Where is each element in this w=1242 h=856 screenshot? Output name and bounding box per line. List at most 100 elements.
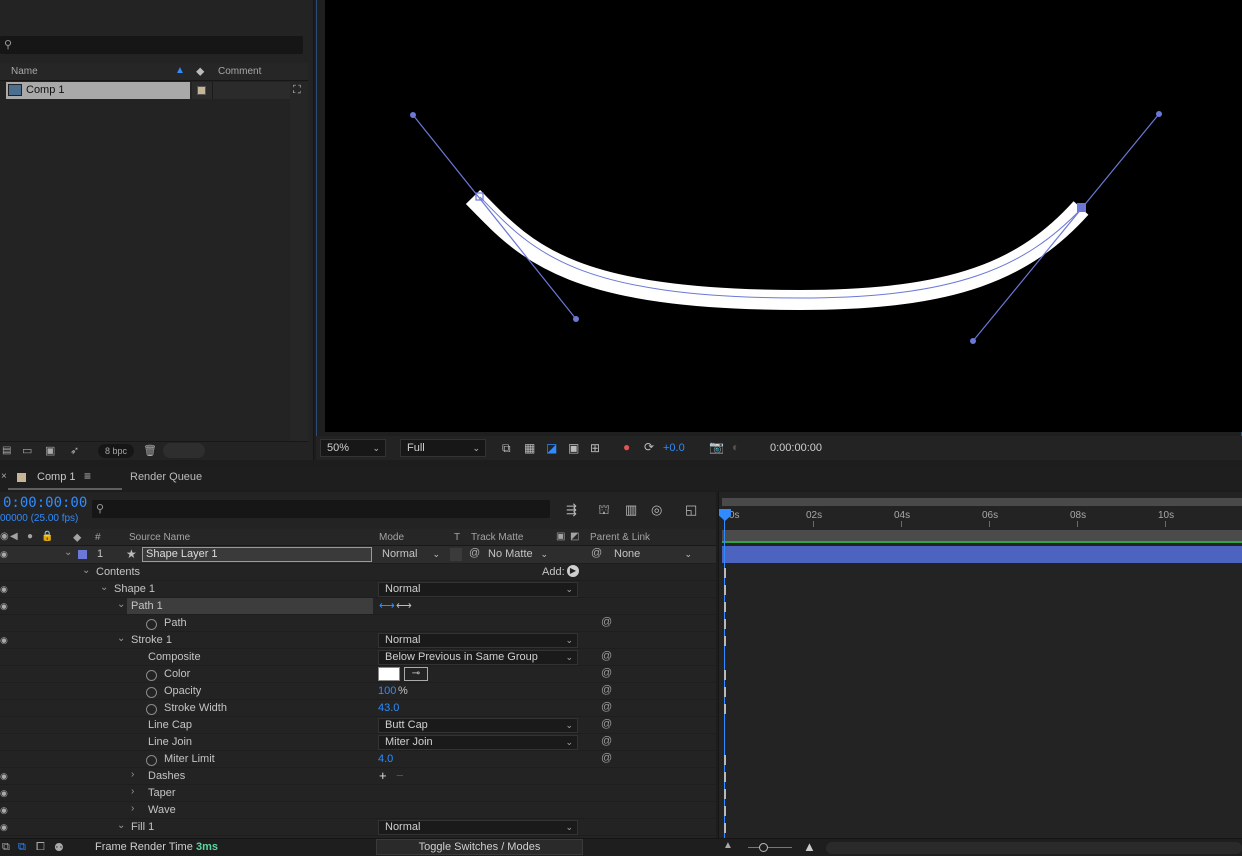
- resolution-dropdown[interactable]: Full ⌄: [400, 439, 486, 457]
- opacity-value[interactable]: 100: [378, 685, 396, 697]
- fill-group-row[interactable]: ◉ ⌄ Fill 1 Normal ⌄: [0, 819, 716, 836]
- chevron-down-icon[interactable]: ⌄: [117, 633, 125, 644]
- reverse-path-icon[interactable]: ⟷: [396, 599, 412, 612]
- label-tag-icon[interactable]: ⬥: [73, 530, 81, 545]
- motion-blur-icon[interactable]: ◎: [651, 502, 662, 518]
- reset-exposure-icon[interactable]: ⟳: [644, 440, 654, 454]
- thumbnail-size-slider[interactable]: [163, 443, 205, 458]
- eye-icon[interactable]: ◉: [0, 584, 9, 595]
- composition-mini-flowchart-icon[interactable]: ⇶: [566, 502, 577, 518]
- tab-comp-1[interactable]: × Comp 1 ≡: [0, 466, 124, 490]
- line-join-row[interactable]: Line Join Miter Join ⌄ @: [0, 734, 716, 751]
- expression-pickwhip-icon[interactable]: @: [601, 616, 612, 628]
- chevron-down-icon[interactable]: ⌄: [64, 547, 72, 558]
- eye-icon[interactable]: ◉: [0, 788, 9, 799]
- line-join-dropdown[interactable]: Miter Join ⌄: [378, 735, 578, 750]
- label-color-swatch[interactable]: [197, 86, 206, 95]
- eye-icon[interactable]: ◉: [0, 549, 9, 560]
- new-folder-icon[interactable]: ▭: [22, 444, 32, 457]
- dashes-row[interactable]: ◉ › Dashes + −: [0, 768, 716, 785]
- layer-row[interactable]: ◉ ⌄ 1 ★ Shape Layer 1 Normal ⌄ @ No Matte…: [0, 546, 716, 564]
- shape-group-row[interactable]: ◉ ⌄ Shape 1 Normal ⌄: [0, 581, 716, 598]
- eye-icon[interactable]: ◉: [0, 805, 9, 816]
- panel-menu-icon[interactable]: ≡: [84, 469, 91, 483]
- expression-pickwhip-icon[interactable]: @: [601, 667, 612, 679]
- taper-row[interactable]: ◉ › Taper: [0, 785, 716, 802]
- fill-blend-mode-dropdown[interactable]: Normal ⌄: [378, 820, 578, 835]
- video-toggle-icon[interactable]: ◉: [0, 531, 9, 542]
- audio-toggle-icon[interactable]: ◀: [10, 531, 18, 542]
- remove-dash-icon[interactable]: −: [396, 768, 404, 783]
- timeline-zoom-slider[interactable]: [748, 847, 792, 848]
- layer-name-field[interactable]: Shape Layer 1: [142, 547, 372, 562]
- stopwatch-icon[interactable]: [146, 704, 157, 715]
- zoom-dropdown[interactable]: 50% ⌄: [320, 439, 386, 457]
- project-search-input[interactable]: ⚲: [0, 36, 303, 54]
- color-row[interactable]: Color ⊸ @: [0, 666, 716, 683]
- blend-mode-dropdown[interactable]: Normal ⌄: [378, 547, 442, 562]
- chevron-right-icon[interactable]: ›: [131, 786, 134, 797]
- expression-pickwhip-icon[interactable]: @: [601, 650, 612, 662]
- parent-pickwhip-icon[interactable]: @: [591, 547, 602, 559]
- miter-limit-value[interactable]: 4.0: [378, 753, 393, 765]
- eyedropper-icon[interactable]: ⊸: [404, 667, 428, 681]
- stopwatch-icon[interactable]: [146, 755, 157, 766]
- channel-icon[interactable]: ●: [623, 440, 630, 454]
- render-icon[interactable]: ➶: [70, 444, 79, 457]
- expression-pickwhip-icon[interactable]: @: [601, 701, 612, 713]
- grid-guides-icon[interactable]: ⊞: [590, 441, 600, 455]
- composite-dropdown[interactable]: Below Previous in Same Group ⌄: [378, 650, 578, 665]
- stroke-width-row[interactable]: Stroke Width 43.0 @: [0, 700, 716, 717]
- draft-3d-icon[interactable]: ⛫: [598, 502, 610, 520]
- eye-icon[interactable]: ◉: [0, 601, 9, 612]
- project-scrollbar[interactable]: ⛶: [290, 82, 308, 442]
- snapshot-icon[interactable]: 📷: [709, 440, 724, 454]
- frame-blending-icon[interactable]: ▥: [625, 502, 637, 518]
- in-out-icon[interactable]: ⧠: [36, 841, 45, 854]
- expression-pickwhip-icon[interactable]: @: [601, 735, 612, 747]
- eye-icon[interactable]: ◉: [0, 822, 9, 833]
- expression-pickwhip-icon[interactable]: @: [601, 752, 612, 764]
- stopwatch-icon[interactable]: [146, 670, 157, 681]
- chevron-right-icon[interactable]: ›: [131, 803, 134, 814]
- exposure-value[interactable]: +0.0: [663, 442, 685, 454]
- chevron-down-icon[interactable]: ⌄: [100, 582, 108, 593]
- stopwatch-icon[interactable]: [146, 619, 157, 630]
- interpret-footage-icon[interactable]: ▤: [2, 445, 11, 456]
- eye-icon[interactable]: ◉: [0, 771, 9, 782]
- shape-blend-mode-dropdown[interactable]: Normal ⌄: [378, 582, 578, 597]
- stroke-blend-mode-dropdown[interactable]: Normal ⌄: [378, 633, 578, 648]
- name-column-label[interactable]: Name: [11, 66, 38, 77]
- transparency-grid-icon[interactable]: ▦: [524, 441, 535, 455]
- tab-render-queue[interactable]: Render Queue: [130, 471, 202, 483]
- layer-switches-icon[interactable]: ⧉: [2, 841, 10, 854]
- bit-depth-button[interactable]: 8 bpc: [98, 444, 134, 458]
- current-time-display[interactable]: 0:00:00:00: [3, 495, 87, 511]
- timeline-search-input[interactable]: ⚲: [92, 500, 550, 518]
- fast-previews-icon[interactable]: ⧉: [502, 441, 511, 456]
- timeline-graph-area[interactable]: [718, 492, 1242, 838]
- layer-label-swatch[interactable]: [78, 550, 87, 559]
- composite-row[interactable]: Composite Below Previous in Same Group ⌄ …: [0, 649, 716, 666]
- label-tag-icon[interactable]: ⬥: [196, 64, 204, 79]
- chevron-down-icon[interactable]: ⌄: [117, 820, 125, 831]
- show-snapshot-icon[interactable]: ◐: [732, 440, 739, 454]
- expression-pickwhip-icon[interactable]: @: [601, 718, 612, 730]
- sort-arrow-icon[interactable]: ▲: [175, 65, 185, 76]
- zoom-slider-thumb[interactable]: [759, 843, 768, 852]
- transfer-controls-icon[interactable]: ⧉: [18, 841, 26, 854]
- path-group-row[interactable]: ◉ ⌄ Path 1 ⟷ ⟷: [0, 598, 716, 615]
- contents-row[interactable]: ⌄ Contents Add: ▶: [0, 564, 716, 581]
- parent-dropdown[interactable]: None ⌄: [610, 547, 694, 562]
- project-item-comp[interactable]: Comp 1: [6, 82, 190, 99]
- chevron-right-icon[interactable]: ›: [131, 769, 134, 780]
- stopwatch-icon[interactable]: [146, 687, 157, 698]
- close-icon[interactable]: ×: [1, 471, 7, 482]
- shape-path-drawing[interactable]: [325, 0, 1242, 432]
- track-matte-dropdown[interactable]: No Matte ⌄: [488, 547, 550, 562]
- line-cap-row[interactable]: Line Cap Butt Cap ⌄ @: [0, 717, 716, 734]
- solo-toggle-icon[interactable]: ●: [27, 531, 33, 542]
- delete-icon[interactable]: 🗑: [143, 444, 157, 457]
- path-property-row[interactable]: Path @: [0, 615, 716, 632]
- opacity-row[interactable]: Opacity 100 % @: [0, 683, 716, 700]
